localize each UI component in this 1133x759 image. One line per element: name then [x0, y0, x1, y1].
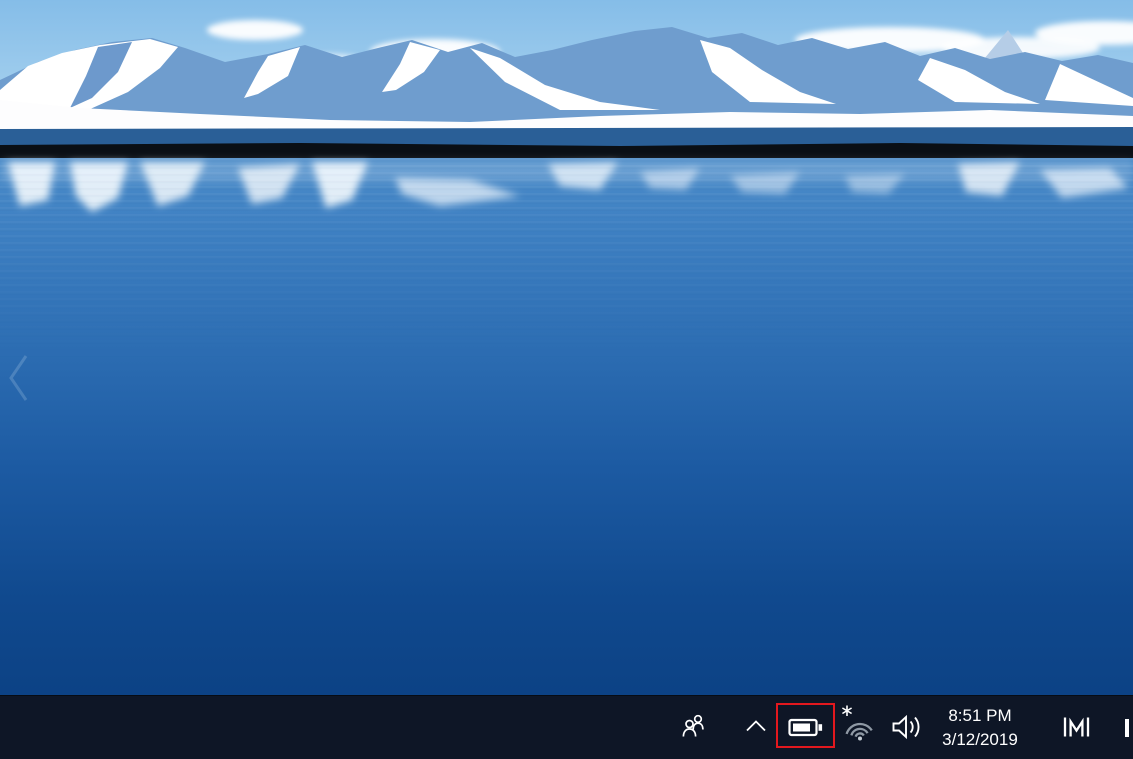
m-app-button[interactable] [1056, 706, 1096, 748]
clock-time: 8:51 PM [928, 704, 1032, 728]
clipped-edge-icon[interactable] [1125, 719, 1129, 737]
show-hidden-icons-button[interactable] [736, 704, 776, 748]
back-chevron-icon[interactable] [4, 350, 34, 406]
battery-button[interactable] [778, 706, 834, 748]
clock-date: 3/12/2019 [928, 728, 1032, 752]
lake-ripples [0, 158, 1133, 368]
chevron-up-icon [742, 713, 770, 739]
wifi-available-icon [839, 703, 877, 747]
m-app-icon [1062, 715, 1091, 739]
desktop-wallpaper [0, 0, 1133, 695]
people-button[interactable] [672, 704, 714, 748]
taskbar: 8:51 PM 3/12/2019 [0, 695, 1133, 759]
battery-icon [788, 716, 824, 739]
people-icon [680, 712, 707, 740]
desktop-screen: 8:51 PM 3/12/2019 [0, 0, 1133, 759]
speaker-icon [891, 713, 924, 741]
clock-button[interactable]: 8:51 PM 3/12/2019 [928, 700, 1032, 756]
volume-button[interactable] [886, 706, 928, 748]
network-button[interactable] [838, 701, 878, 749]
